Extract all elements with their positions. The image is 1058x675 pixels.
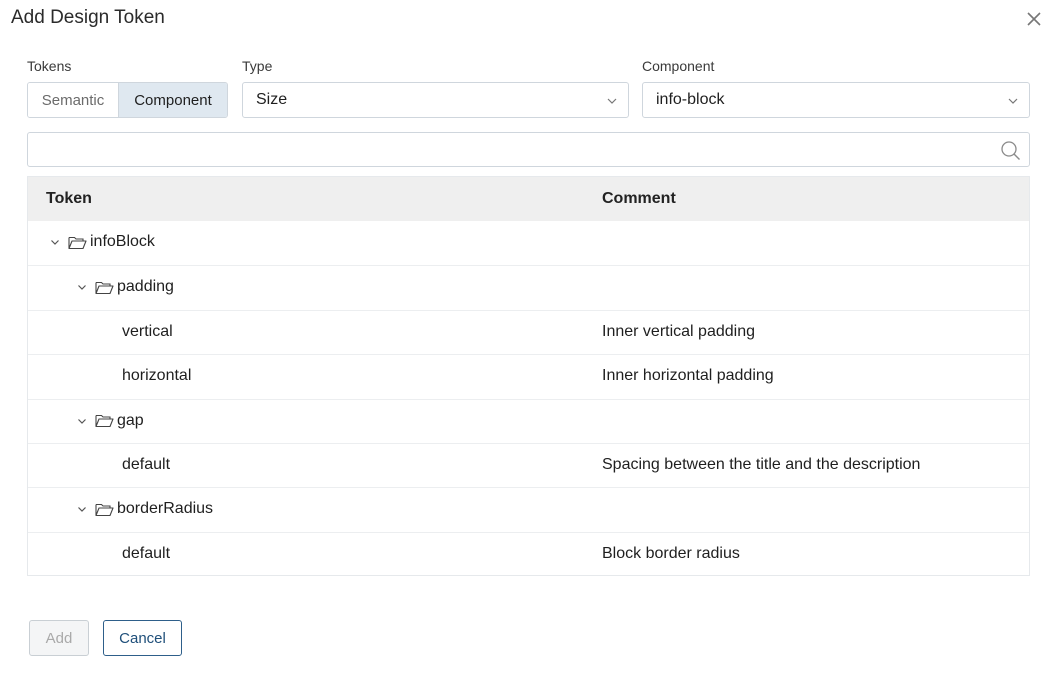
search-icon[interactable] [1000, 140, 1021, 161]
token-cell: default [122, 545, 170, 563]
segment-component[interactable]: Component [118, 83, 227, 117]
table-row[interactable]: default Block border radius [28, 531, 1029, 576]
chevron-down-icon [1008, 98, 1018, 104]
tokens-label: Tokens [27, 58, 72, 74]
segment-semantic[interactable]: Semantic [28, 83, 118, 117]
chevron-down-icon[interactable] [75, 502, 89, 516]
folder-open-icon [95, 281, 114, 294]
comment-cell: Spacing between the title and the descri… [602, 455, 921, 473]
folder-open-icon [95, 503, 114, 516]
group-name: infoBlock [90, 233, 155, 250]
tree-group-row[interactable]: gap [28, 398, 1029, 443]
column-header-comment: Comment [602, 190, 676, 207]
chevron-down-icon[interactable] [48, 235, 62, 249]
table-header: Token Comment [28, 177, 1029, 221]
token-name: default [122, 544, 171, 562]
group-name: borderRadius [117, 500, 214, 518]
token-cell: padding [75, 278, 174, 296]
group-name: padding [117, 278, 174, 296]
search-box [27, 132, 1030, 167]
tree-group-row[interactable]: infoBlock [28, 221, 1029, 265]
cancel-button[interactable]: Cancel [103, 620, 182, 656]
search-input[interactable] [28, 133, 1029, 166]
token-cell: default [122, 456, 170, 474]
table-row[interactable]: default Spacing between the title and the… [28, 442, 1029, 487]
type-select-value: Size [256, 91, 288, 108]
table-row[interactable]: vertical Inner vertical padding [28, 309, 1029, 354]
close-icon[interactable] [1025, 10, 1043, 28]
tree-group-row[interactable]: padding [28, 265, 1029, 309]
token-cell: vertical [122, 323, 173, 341]
table-row[interactable]: horizontal Inner horizontal padding [28, 354, 1029, 398]
token-cell: borderRadius [75, 500, 213, 518]
token-cell: infoBlock [48, 233, 155, 251]
token-table: Token Comment infoBlock padding vertical In… [27, 176, 1030, 576]
tree-group-row[interactable]: borderRadius [28, 487, 1029, 531]
component-select[interactable]: info-block [642, 82, 1030, 118]
type-label: Type [242, 58, 273, 74]
component-select-value: info-block [656, 91, 725, 108]
token-name: horizontal [122, 367, 192, 385]
comment-cell: Inner vertical padding [602, 322, 755, 340]
tokens-segmented-control: Semantic Component [27, 82, 228, 118]
chevron-down-icon[interactable] [75, 414, 89, 428]
column-header-token: Token [46, 190, 92, 207]
chevron-down-icon [607, 98, 617, 104]
chevron-down-icon[interactable] [75, 280, 89, 294]
folder-open-icon [68, 236, 87, 249]
token-name: default [122, 455, 171, 473]
folder-open-icon [95, 415, 114, 428]
add-button[interactable]: Add [29, 620, 89, 656]
token-cell: gap [75, 412, 144, 430]
group-name: gap [117, 411, 144, 429]
comment-cell: Block border radius [602, 544, 740, 562]
comment-cell: Inner horizontal padding [602, 367, 774, 385]
component-label: Component [642, 58, 715, 74]
token-name: vertical [122, 322, 173, 340]
table-body: infoBlock padding vertical Inner vertical p… [28, 221, 1029, 576]
token-cell: horizontal [122, 367, 191, 385]
dialog-title: Add Design Token [11, 7, 165, 28]
type-select[interactable]: Size [242, 82, 629, 118]
